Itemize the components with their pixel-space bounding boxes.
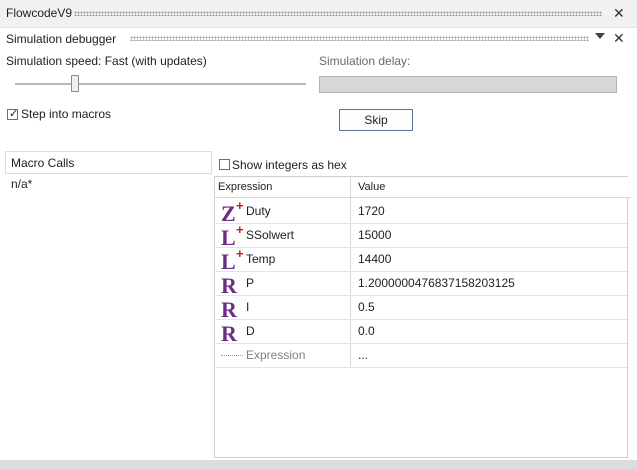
svg-text:+: + (236, 248, 244, 261)
variable-value[interactable]: 1720 (358, 204, 385, 218)
macro-call-item[interactable]: n/a* (11, 177, 32, 191)
window-title-bar: FlowcodeV9 ✕ (0, 0, 637, 28)
long-type-icon: L + (220, 222, 244, 250)
macro-calls-title: Macro Calls (11, 156, 75, 170)
variable-row[interactable]: L + Temp 14400 (215, 246, 627, 274)
panel-title: Simulation debugger (6, 32, 117, 46)
type-letter: R (221, 273, 238, 295)
float-type-icon: R (220, 320, 244, 346)
tree-line (221, 355, 243, 356)
svg-text:+: + (236, 200, 244, 213)
panel-dropdown-icon[interactable] (595, 33, 605, 39)
variable-value[interactable]: 14400 (358, 252, 391, 266)
type-letter: L (221, 225, 236, 247)
variable-row[interactable]: L + SSolwert 15000 (215, 222, 627, 250)
col-header-expression[interactable]: Expression (215, 177, 353, 198)
new-expression-row[interactable]: Expression ... (215, 343, 627, 368)
speed-slider-thumb[interactable] (71, 75, 79, 92)
variable-value[interactable]: 0.5 (358, 300, 375, 314)
new-expression-placeholder[interactable]: Expression (246, 348, 305, 362)
window-close-icon[interactable]: ✕ (613, 6, 625, 20)
panel-title-bar: Simulation debugger ✕ (0, 28, 637, 48)
svg-text:+: + (236, 224, 244, 237)
speed-label: Simulation speed: Fast (with updates) (6, 54, 207, 68)
variable-row[interactable]: R I 0.5 (215, 295, 627, 322)
variable-value[interactable]: 0.0 (358, 324, 375, 338)
variable-value[interactable]: 1.2000000476837158203125 (358, 276, 515, 290)
variable-row[interactable]: R D 0.0 (215, 319, 627, 346)
type-letter: L (221, 249, 236, 271)
speed-slider-track[interactable] (15, 83, 306, 86)
step-into-checkbox[interactable]: ✓ (7, 108, 19, 120)
byte-type-icon: Z + (220, 198, 244, 226)
variable-name: Duty (246, 204, 271, 218)
type-letter: R (221, 297, 238, 319)
float-type-icon: R (220, 272, 244, 298)
delay-label: Simulation delay: (319, 54, 411, 68)
float-type-icon: R (220, 296, 244, 322)
window-title: FlowcodeV9 (6, 6, 73, 20)
delay-slider-disabled (319, 76, 617, 93)
variable-row[interactable]: Z + Duty 1720 (215, 198, 627, 226)
variable-value[interactable]: 15000 (358, 228, 391, 242)
step-into-label: Step into macros (21, 107, 112, 121)
horizontal-scrollbar[interactable] (0, 460, 637, 469)
variable-name: I (246, 300, 250, 314)
type-letter: R (221, 321, 238, 343)
variable-name: P (246, 276, 255, 290)
panel-close-icon[interactable]: ✕ (613, 31, 625, 45)
check-icon: ✓ (9, 108, 19, 120)
macro-calls-header: Macro Calls (5, 151, 212, 174)
variable-row[interactable]: R P 1.2000000476837158203125 (215, 271, 627, 298)
hex-checkbox[interactable] (219, 159, 230, 170)
type-letter: Z (221, 201, 236, 223)
variable-name: Temp (246, 252, 276, 266)
col-header-value[interactable]: Value (354, 177, 631, 198)
expression-table: Expression Value Z + Duty 1720 L + SSolwert 150… (214, 176, 631, 458)
title-grip[interactable] (74, 11, 602, 16)
variable-name: SSolwert (246, 228, 295, 242)
hex-label: Show integers as hex (232, 158, 347, 172)
skip-button[interactable]: Skip (339, 109, 413, 131)
new-expression-value[interactable]: ... (358, 348, 368, 362)
long-type-icon: L + (220, 246, 244, 274)
panel-grip[interactable] (130, 36, 589, 41)
variable-name: D (246, 324, 255, 338)
